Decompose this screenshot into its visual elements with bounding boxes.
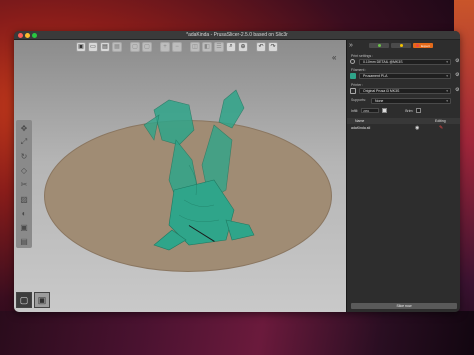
window-title: *adaKinda - PrusaSlicer-2.5.0 based on S…: [186, 32, 288, 38]
print-profile-icon: [350, 59, 355, 64]
gear-icon[interactable]: ⚙: [455, 72, 459, 78]
filament-profile-select[interactable]: Prusament PLA ▾: [359, 73, 451, 79]
expert-dot-icon: [416, 44, 420, 47]
mode-selector: Expert: [369, 43, 433, 48]
object-list-header: Name Editing: [347, 118, 460, 124]
mode-expert-button[interactable]: Expert: [413, 43, 433, 48]
mode-advanced-button[interactable]: [391, 43, 411, 48]
variable-layer-icon[interactable]: ▤: [18, 236, 31, 248]
infill-brim-row: Infill: 20% Brim:: [351, 108, 422, 113]
name-column-header[interactable]: Name: [355, 119, 364, 123]
print-settings-label: Print settings :: [351, 54, 374, 58]
printer-profile-select[interactable]: Original Prusa i3 MK3S ▾: [359, 88, 451, 94]
chevron-down-icon: ▾: [446, 99, 448, 103]
advanced-dot-icon: [399, 44, 403, 47]
zoom-icon[interactable]: ⊕: [238, 41, 248, 52]
3d-view-icon[interactable]: ▢: [16, 292, 32, 308]
infill-toggle-checkbox[interactable]: [382, 108, 388, 113]
paste-icon[interactable]: ▢: [142, 41, 152, 52]
slice-now-button[interactable]: Slice now: [351, 303, 457, 309]
supports-select[interactable]: None ▾: [371, 98, 451, 104]
gizmo-toolbar: ✥ ⤢ ↻ ◇ ✂ ▨ ◐ ▣ ▤: [16, 120, 32, 248]
mode-simple-button[interactable]: [369, 43, 389, 48]
move-icon[interactable]: ✥: [18, 122, 31, 134]
filament-color-swatch[interactable]: [350, 73, 356, 79]
gear-icon[interactable]: ⚙: [455, 87, 459, 93]
printer-profile-value: Original Prusa i3 MK3S: [363, 89, 400, 93]
supports-label: Supports:: [351, 98, 366, 102]
print-profile-select[interactable]: 0.10mm DETAIL @MK3S ▾: [359, 59, 451, 65]
scale-icon[interactable]: ⤢: [18, 136, 31, 148]
add-icon[interactable]: ▣: [76, 41, 86, 52]
cut-icon[interactable]: ✂: [18, 179, 31, 191]
undo-icon[interactable]: ↶: [256, 41, 266, 52]
search-icon[interactable]: ⌕: [226, 41, 236, 52]
brim-label: Brim:: [405, 108, 414, 113]
chevron-down-icon: ▾: [446, 60, 448, 64]
infill-label: Infill:: [351, 108, 359, 113]
layers-icon[interactable]: ☰: [214, 41, 224, 52]
chevron-down-icon: ▾: [446, 74, 448, 78]
rotate-icon[interactable]: ↻: [18, 150, 31, 162]
prusaslicer-window: *adaKinda - PrusaSlicer-2.5.0 based on S…: [14, 31, 460, 312]
seam-icon[interactable]: ◐: [18, 207, 31, 219]
editing-column-header[interactable]: Editing: [435, 119, 446, 123]
copy-icon[interactable]: ▢: [130, 41, 140, 52]
print-profile-value: 0.10mm DETAIL @MK3S: [363, 60, 403, 64]
infill-input[interactable]: 20%: [361, 108, 380, 113]
desktop-wallpaper-bottom: [0, 311, 474, 355]
expand-sidebar-icon[interactable]: »: [349, 42, 353, 49]
filament-profile-value: Prusament PLA: [363, 74, 388, 78]
add-instance-icon[interactable]: +: [160, 41, 170, 52]
view-mode-buttons: ▢ ▣: [16, 292, 50, 308]
edit-settings-icon[interactable]: ✎: [439, 125, 443, 131]
printer-icon: [350, 88, 356, 94]
settings-sidebar: » Expert Print settings : 0.10mm DETAIL …: [346, 40, 460, 312]
redo-icon[interactable]: ↷: [268, 41, 278, 52]
arrange-icon[interactable]: ▦: [112, 41, 122, 52]
mmu-paint-icon[interactable]: ▣: [18, 222, 31, 234]
expert-label: Expert: [421, 43, 430, 48]
printer-label: Printer :: [351, 83, 364, 87]
delete-all-icon[interactable]: ▤: [100, 41, 110, 52]
dragon-model[interactable]: [114, 70, 264, 260]
brim-checkbox[interactable]: [416, 108, 422, 113]
chevron-down-icon: ▾: [446, 89, 448, 93]
filament-label: Filament :: [351, 68, 367, 72]
object-name: adaKinda.stl: [351, 126, 371, 130]
supports-value: None: [375, 99, 384, 103]
collapse-sidebar-icon[interactable]: «: [332, 53, 336, 62]
gear-icon[interactable]: ⚙: [455, 58, 459, 64]
simple-dot-icon: [377, 44, 381, 47]
3d-viewport[interactable]: ▣ ▭ ▤ ▦ ▢ ▢ + − ◫ ◧ ☰ ⌕ ⊕ ↶ ↷ « ✥ ⤢ ↻ ◇ …: [14, 40, 346, 312]
main-toolbar: ▣ ▭ ▤ ▦ ▢ ▢ + − ◫ ◧ ☰ ⌕ ⊕ ↶ ↷: [74, 40, 284, 53]
place-on-face-icon[interactable]: ◇: [18, 165, 31, 177]
object-list-row[interactable]: adaKinda.stl ◉ ✎: [347, 125, 460, 131]
delete-icon[interactable]: ▭: [88, 41, 98, 52]
eye-icon[interactable]: ◉: [415, 125, 419, 131]
remove-instance-icon[interactable]: −: [172, 41, 182, 52]
title-bar[interactable]: *adaKinda - PrusaSlicer-2.5.0 based on S…: [14, 31, 460, 40]
preview-icon[interactable]: ▣: [34, 292, 50, 308]
split-objects-icon[interactable]: ◫: [190, 41, 200, 52]
split-parts-icon[interactable]: ◧: [202, 41, 212, 52]
paint-supports-icon[interactable]: ▨: [18, 193, 31, 205]
